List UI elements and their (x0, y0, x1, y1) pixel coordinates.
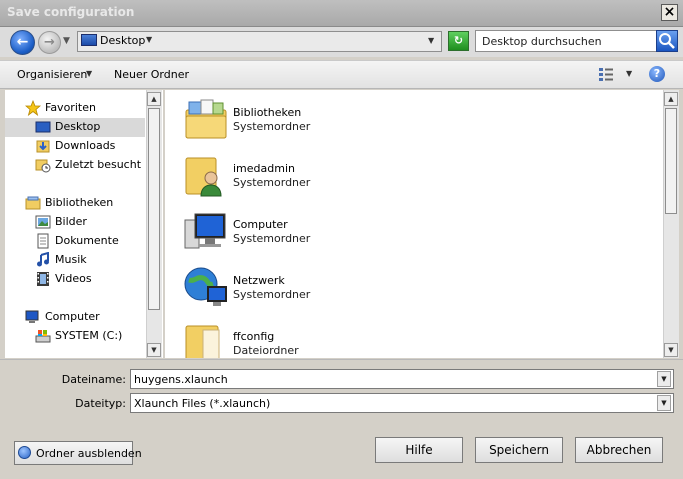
desktop-icon (81, 34, 97, 46)
breadcrumb-chevron-icon[interactable]: ▼ (146, 35, 152, 44)
list-item[interactable]: Computer Systemordner (183, 208, 383, 256)
view-options-icon[interactable] (598, 67, 614, 81)
libraries-icon (25, 195, 41, 211)
scroll-down-button[interactable]: ▼ (664, 343, 678, 357)
documents-icon (35, 233, 51, 249)
cancel-button[interactable]: Abbrechen (575, 437, 663, 463)
refresh-button[interactable]: ↻ (448, 31, 469, 51)
scroll-thumb[interactable] (148, 108, 160, 310)
file-type: Dateiordner (233, 344, 299, 357)
search-icon[interactable] (656, 30, 678, 52)
computer-icon (183, 208, 229, 254)
scroll-up-button[interactable]: ▲ (147, 92, 161, 106)
back-button[interactable]: ← (10, 30, 35, 55)
file-type: Systemordner (233, 120, 311, 133)
file-name: Netzwerk (233, 274, 285, 287)
chevron-down-icon[interactable]: ▼ (86, 69, 92, 78)
favorites-label: Favoriten (45, 101, 96, 114)
pictures-icon (35, 214, 51, 230)
sidebar-item-label: Desktop (55, 120, 101, 133)
sidebar-item-label: Musik (55, 253, 87, 266)
user-folder-icon (183, 152, 229, 198)
drive-icon (35, 328, 51, 344)
scroll-down-button[interactable]: ▼ (147, 343, 161, 357)
filetype-dropdown-icon[interactable]: ▼ (657, 395, 671, 411)
sidebar-item-label: Bilder (55, 215, 87, 228)
history-dropdown-icon[interactable]: ▼ (63, 36, 73, 48)
file-name: Bibliotheken (233, 106, 302, 119)
sidebar-item-label: Zuletzt besucht (55, 158, 142, 171)
computer-icon (25, 309, 41, 325)
filename-label: Dateiname: (61, 373, 126, 386)
filename-dropdown-icon[interactable]: ▼ (657, 371, 671, 387)
sidebar-item-label: Downloads (55, 139, 116, 152)
network-icon (183, 264, 229, 310)
search-placeholder: Desktop durchsuchen (482, 35, 602, 48)
scroll-thumb[interactable] (665, 108, 677, 214)
help-button[interactable]: Hilfe (375, 437, 463, 463)
filename-value[interactable]: huygens.xlaunch (134, 373, 228, 386)
recent-places-icon (35, 157, 51, 173)
file-name: ffconfig (233, 330, 275, 343)
downloads-icon (35, 138, 51, 154)
sidebar-item-label: SYSTEM (C:) (55, 329, 123, 342)
new-folder-button[interactable]: Neuer Ordner (114, 68, 189, 81)
scroll-up-button[interactable]: ▲ (664, 92, 678, 106)
list-item[interactable]: imedadmin Systemordner (183, 152, 383, 200)
computer-label: Computer (45, 310, 100, 323)
file-type: Systemordner (233, 288, 311, 301)
sidebar-item-label: Videos (55, 272, 92, 285)
help-icon[interactable]: ? (649, 66, 665, 82)
address-location[interactable]: Desktop (100, 34, 145, 47)
list-item[interactable]: ffconfig Dateiordner (183, 320, 383, 358)
file-type: Systemordner (233, 176, 311, 189)
organize-menu-button[interactable]: Organisieren (17, 68, 87, 81)
file-name: Computer (233, 218, 288, 231)
music-icon (35, 251, 51, 268)
collapse-icon (18, 446, 31, 459)
list-item[interactable]: Netzwerk Systemordner (183, 264, 383, 312)
libraries-label: Bibliotheken (45, 196, 114, 209)
file-name: imedadmin (233, 162, 295, 175)
sidebar-item-label: Dokumente (55, 234, 119, 247)
address-dropdown-icon[interactable]: ▼ (428, 36, 434, 45)
close-button[interactable]: × (661, 4, 678, 21)
forward-button[interactable]: → (38, 31, 61, 54)
star-icon (24, 99, 42, 117)
libraries-folder-icon (183, 96, 229, 142)
file-type: Systemordner (233, 232, 311, 245)
folder-icon (183, 320, 229, 358)
list-item[interactable]: Bibliotheken Systemordner (183, 96, 383, 144)
videos-icon (35, 271, 51, 287)
filetype-value[interactable]: Xlaunch Files (*.xlaunch) (134, 397, 270, 410)
desktop-icon (35, 119, 51, 135)
window-title: Save configuration (7, 5, 135, 19)
filetype-label: Dateityp: (75, 397, 126, 410)
hide-folders-label[interactable]: Ordner ausblenden (36, 447, 142, 460)
command-toolbar (0, 60, 683, 89)
view-dropdown-icon[interactable]: ▼ (626, 69, 632, 78)
save-button[interactable]: Speichern (475, 437, 563, 463)
